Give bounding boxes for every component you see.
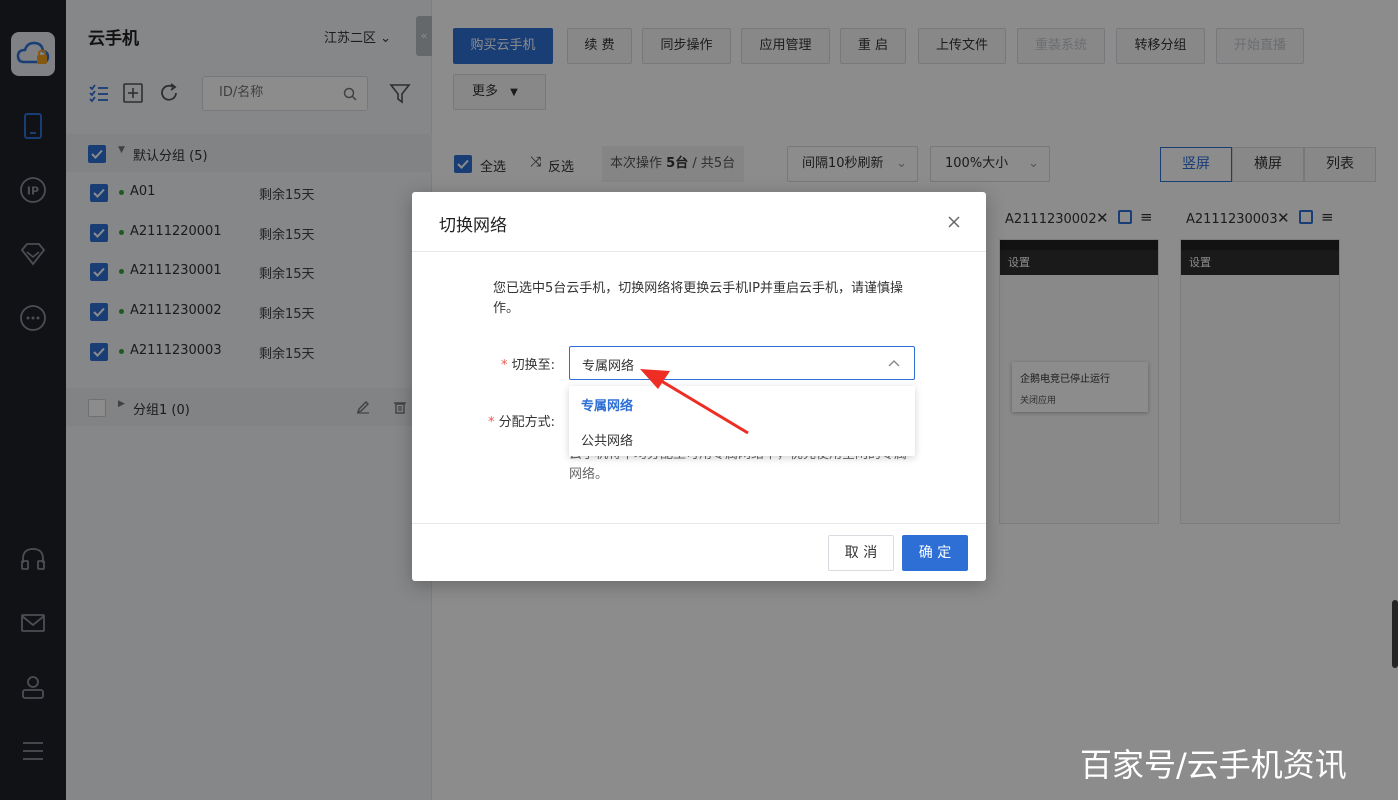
switch-to-label-text: 切换至: — [511, 358, 556, 373]
network-select-value: 专属网络 — [582, 359, 635, 374]
dialog-title: 切换网络 — [439, 216, 507, 236]
warning-text: 您已选中5台云手机，切换网络将更换云手机IP并重启云手机，请谨慎操作。 — [493, 281, 903, 316]
required-mark: * — [488, 415, 499, 430]
close-icon[interactable] — [946, 214, 962, 230]
option-dedicated-network[interactable]: 专属网络 — [581, 395, 633, 414]
option-public-network[interactable]: 公共网络 — [581, 430, 633, 449]
red-arrow-annotation — [640, 369, 749, 435]
allocation-label-text: 分配方式: — [498, 415, 556, 430]
confirm-button[interactable]: 确 定 — [902, 535, 968, 571]
switch-to-label: * 切换至: — [501, 354, 555, 373]
divider — [412, 523, 986, 524]
cancel-button[interactable]: 取 消 — [828, 535, 894, 571]
required-mark: * — [501, 358, 512, 373]
allocation-label: * 分配方式: — [488, 411, 555, 430]
watermark: 百家号/云手机资讯 — [1080, 746, 1347, 784]
chevron-up-icon — [888, 360, 900, 367]
divider — [412, 251, 986, 252]
